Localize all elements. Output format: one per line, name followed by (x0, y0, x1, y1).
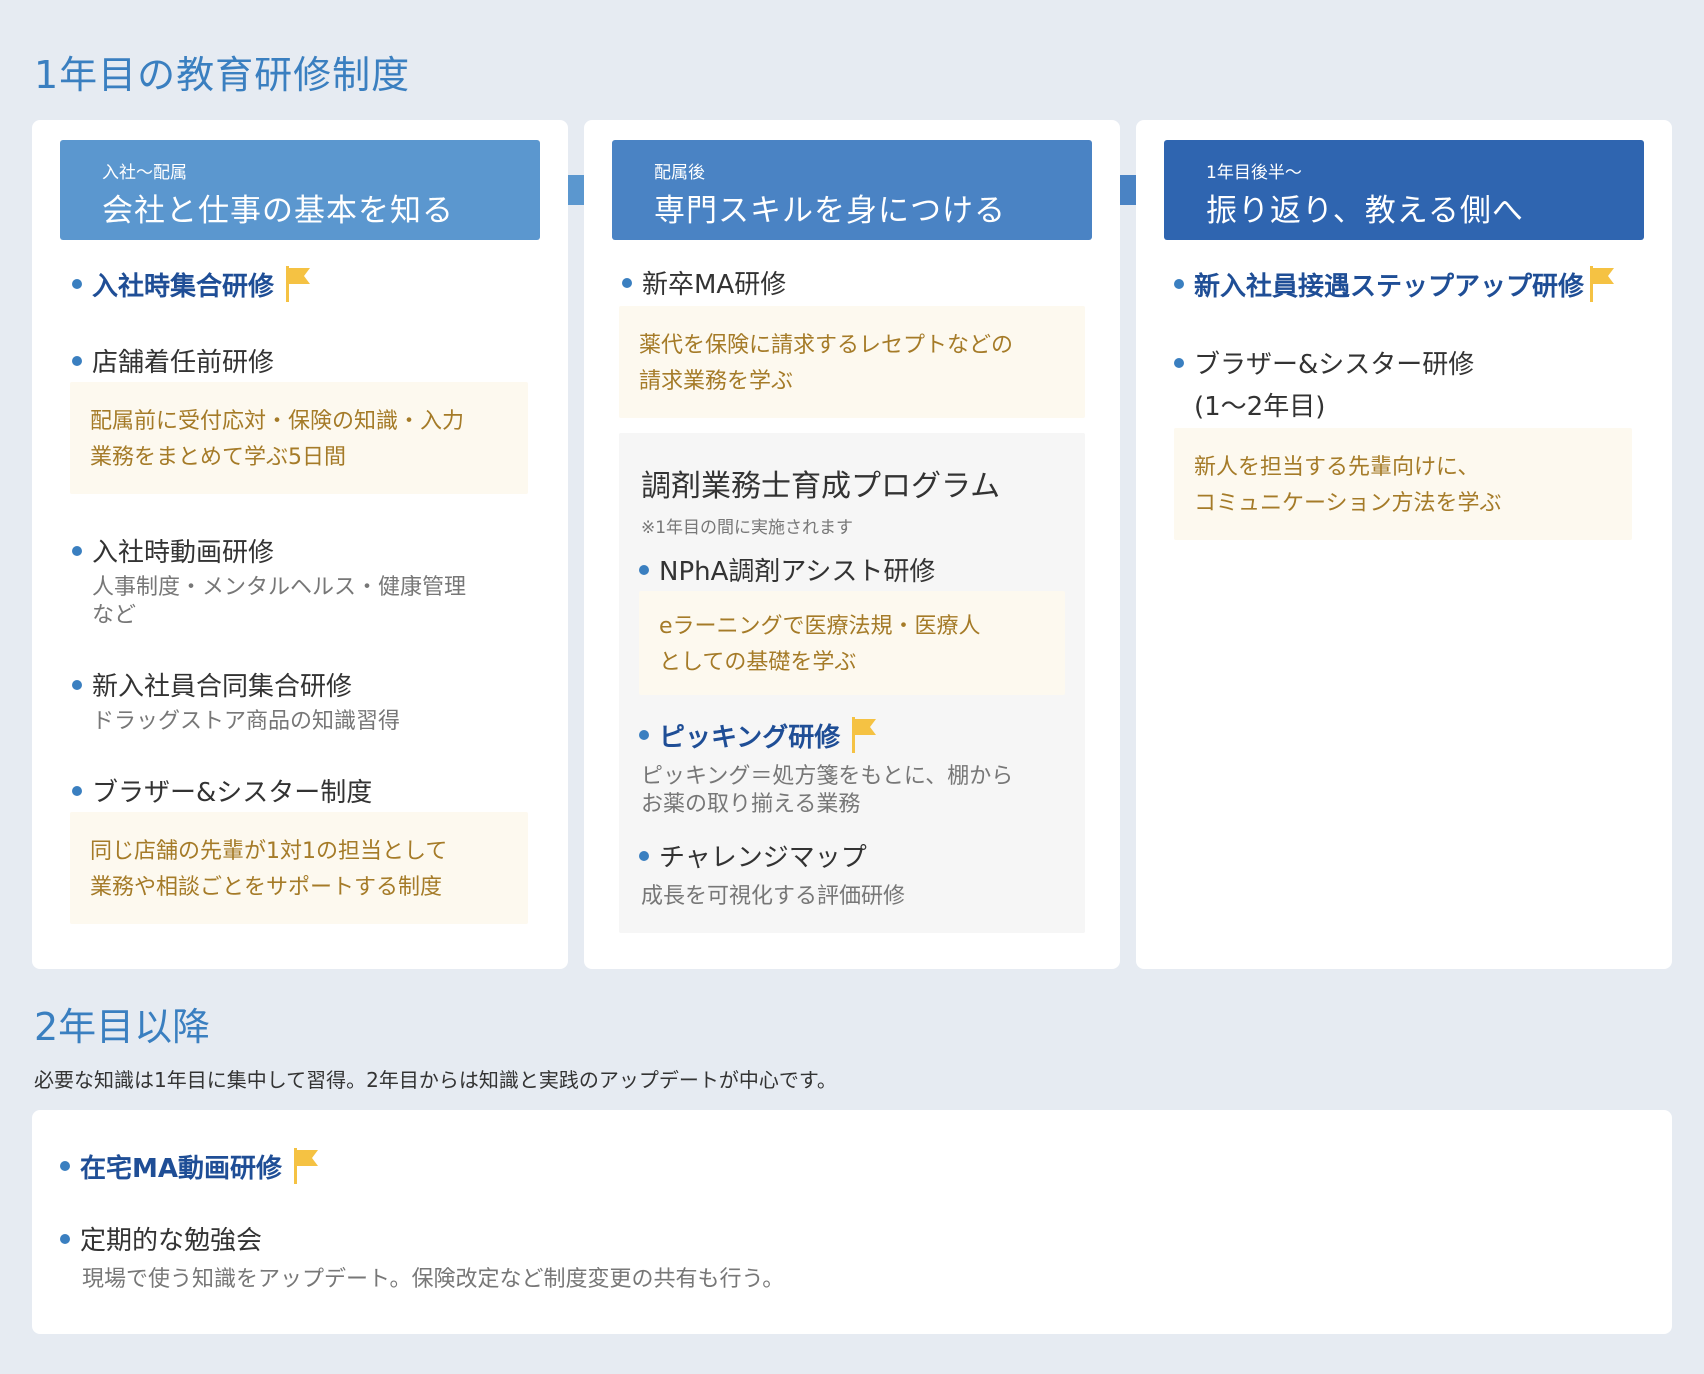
training-label: チャレンジマップ (659, 843, 867, 873)
dot-icon (639, 564, 649, 575)
program-note: ※1年目の間に実施されます (641, 518, 854, 538)
training-label: 店舗着任前研修 (92, 348, 275, 378)
training-desc: 現場で使う知識をアップデート。保険改定など制度変更の共有も行う。 (82, 1267, 785, 1292)
program-box: 調剤業務士育成プログラム ※1年目の間に実施されます NPhA調剤アシスト研修 … (619, 433, 1085, 933)
training-desc: ピッキング＝処方箋をもとに、棚から お薬の取り揃える業務 (641, 764, 1014, 817)
training-label: ピッキング研修 (659, 722, 841, 753)
dot-icon (60, 1161, 70, 1171)
flag-icon (852, 717, 877, 753)
training-label: 定期的な勉強会 (80, 1226, 263, 1256)
connector (568, 175, 584, 205)
stage-card-2: 配属後 専門スキルを身につける 新卒MA研修 薬代を保険に請求するレセプトなどの… (584, 120, 1120, 969)
training-item: 新入社員接遇ステップアップ研修 (1174, 264, 1618, 304)
training-label: 新入社員合同集合研修 (92, 672, 353, 702)
stage-period: 1年目後半〜 (1206, 163, 1302, 183)
flag-icon (1590, 266, 1615, 302)
stage-period: 配属後 (654, 163, 705, 183)
dot-icon (639, 730, 649, 740)
training-item: 定期的な勉強会 (60, 1220, 262, 1257)
training-item: ブラザー&シスター研修 (1〜2年目) (1174, 344, 1474, 428)
training-label: 新卒MA研修 (642, 270, 787, 300)
section-intro: 必要な知識は1年目に集中して習得。2年目からは知識と実践のアップデートが中心です… (34, 1068, 837, 1092)
stage-period: 入社〜配属 (102, 163, 187, 183)
dot-icon (1174, 279, 1184, 289)
dot-icon (60, 1233, 70, 1244)
training-item: 入社時動画研修 (72, 532, 274, 569)
training-item: 入社時集合研修 (72, 264, 314, 304)
training-desc: 成長を可視化する評価研修 (641, 884, 906, 909)
stage-header: 1年目後半〜 振り返り、教える側へ (1164, 140, 1644, 240)
stage-header: 入社〜配属 会社と仕事の基本を知る (60, 140, 540, 240)
program-title: 調剤業務士育成プログラム (641, 469, 1001, 504)
stage-card-3: 1年目後半〜 振り返り、教える側へ 新入社員接遇ステップアップ研修 ブラザー&シ… (1136, 120, 1672, 969)
dot-icon (72, 679, 82, 690)
training-note: 同じ店舗の先輩が1対1の担当として 業務や相談ごとをサポートする制度 (70, 812, 528, 924)
stage-header: 配属後 専門スキルを身につける (612, 140, 1092, 240)
training-note: 配属前に受付応対・保険の知識・入力 業務をまとめて学ぶ5日間 (70, 382, 528, 494)
dot-icon (1174, 358, 1184, 368)
training-desc: ドラッグストア商品の知識習得 (92, 709, 401, 734)
training-item: チャレンジマップ (639, 837, 867, 874)
training-item: ピッキング研修 (639, 715, 880, 755)
connector (1120, 175, 1136, 205)
dot-icon (639, 850, 649, 861)
training-note: eラーニングで医療法規・医療人 としての基礎を学ぶ (639, 591, 1065, 695)
training-label: 入社時動画研修 (92, 538, 275, 568)
training-item: 在宅MA動画研修 (60, 1146, 322, 1186)
training-label: NPhA調剤アシスト研修 (659, 557, 936, 587)
training-label: 在宅MA動画研修 (80, 1153, 282, 1184)
dot-icon (72, 279, 82, 289)
training-label-sub: (1〜2年目) (1194, 392, 1326, 422)
dot-icon (72, 785, 82, 796)
training-desc: 人事制度・メンタルヘルス・健康管理 など (92, 575, 467, 628)
stage-title: 振り返り、教える側へ (1206, 193, 1524, 229)
dot-icon (622, 277, 632, 288)
training-item: 新卒MA研修 (622, 264, 786, 301)
stage-title: 専門スキルを身につける (654, 193, 1006, 229)
after-second-year-card: 在宅MA動画研修 定期的な勉強会 現場で使う知識をアップデート。保険改定など制度… (32, 1110, 1672, 1334)
training-item: NPhA調剤アシスト研修 (639, 551, 935, 588)
flag-icon (286, 266, 311, 302)
stage-title: 会社と仕事の基本を知る (102, 193, 454, 229)
dot-icon (72, 545, 82, 556)
training-label: ブラザー&シスター研修 (1194, 350, 1475, 380)
training-label: 入社時集合研修 (92, 271, 275, 302)
training-note: 薬代を保険に請求するレセプトなどの 請求業務を学ぶ (619, 306, 1085, 418)
training-item: 新入社員合同集合研修 (72, 666, 352, 703)
training-item: ブラザー&シスター制度 (72, 772, 372, 809)
training-label: 新入社員接遇ステップアップ研修 (1194, 271, 1585, 302)
page-title: 1年目の教育研修制度 (34, 53, 411, 97)
section-title: 2年目以降 (34, 1005, 211, 1049)
dot-icon (72, 355, 82, 366)
training-note: 新人を担当する先輩向けに、 コミュニケーション方法を学ぶ (1174, 428, 1632, 540)
training-item: 店舗着任前研修 (72, 342, 274, 379)
stage-card-1: 入社〜配属 会社と仕事の基本を知る 入社時集合研修 店舗着任前研修 配属前に受付… (32, 120, 568, 969)
flag-icon (294, 1148, 318, 1184)
training-label: ブラザー&シスター制度 (92, 778, 373, 808)
